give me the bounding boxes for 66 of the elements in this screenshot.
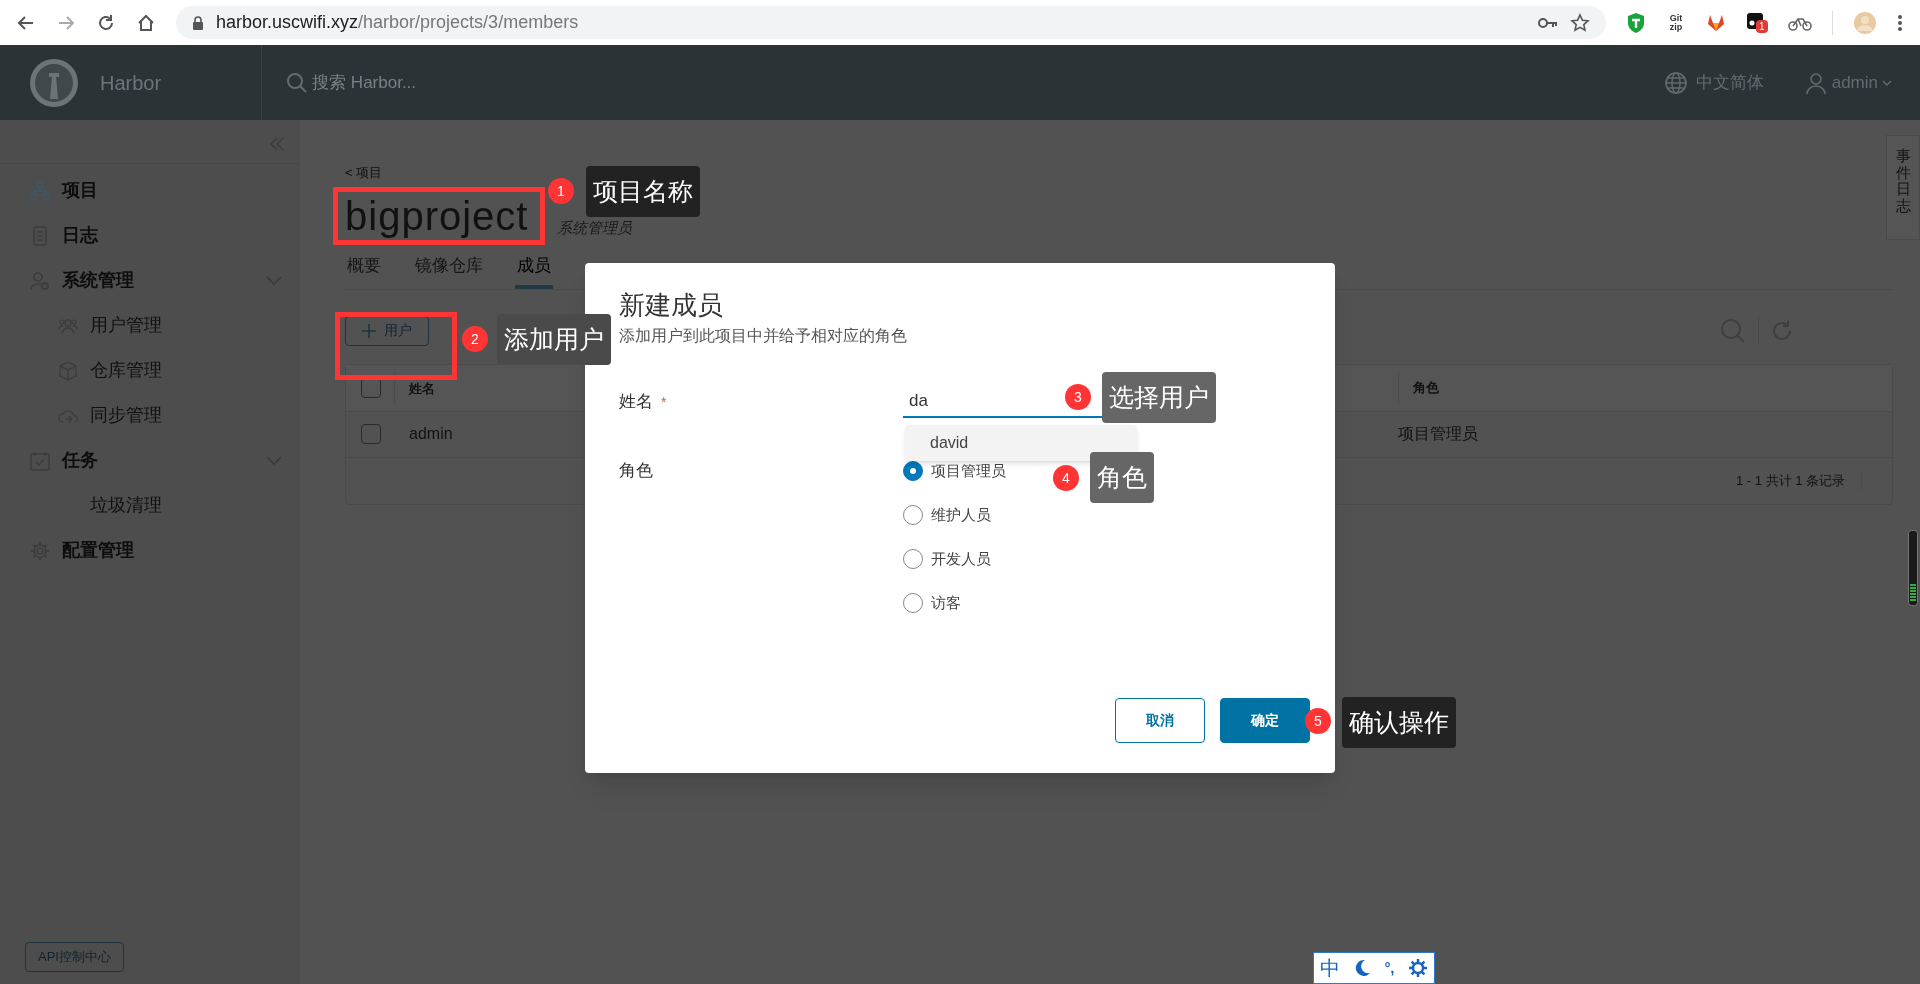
plus-icon <box>362 323 376 338</box>
extension-badge: 1 <box>1756 19 1768 33</box>
extension-label[interactable]: Git zip <box>1666 13 1686 32</box>
annotation-tooltip: 确认操作 <box>1342 697 1456 748</box>
sidebar-item[interactable]: 项目 <box>62 177 282 204</box>
app-name: Harbor <box>100 70 162 96</box>
key-icon <box>1538 16 1558 29</box>
sidebar-item[interactable]: 同步管理 <box>90 402 282 429</box>
dialog-subtitle: 添加用户到此项目中并给予相对应的角色 <box>619 326 908 346</box>
radio-option[interactable]: 维护人员 <box>903 504 1006 526</box>
shield-icon[interactable] <box>1626 11 1646 34</box>
ime-mode[interactable]: 中 <box>1320 953 1341 983</box>
search-field[interactable]: 搜索 Harbor... <box>312 69 513 96</box>
sidebar-item[interactable]: 仓库管理 <box>90 357 282 384</box>
sidebar-item[interactable]: 垃圾清理 <box>90 492 282 519</box>
punctuation-toggle[interactable]: °, <box>1384 956 1395 980</box>
radio-option[interactable]: 开发人员 <box>903 548 1006 570</box>
globe-icon <box>1663 70 1688 95</box>
table-cell: admin <box>409 425 453 442</box>
sidebar-item[interactable]: 系统管理 <box>62 267 254 294</box>
step-badge: 1 <box>548 178 574 204</box>
breadcrumb-link[interactable]: < 项目 <box>345 166 383 180</box>
language-menu[interactable]: 中文简体 <box>1663 69 1764 96</box>
column-header[interactable]: 角色 <box>1413 377 1439 398</box>
checkbox[interactable] <box>361 424 381 444</box>
project-title: bigproject <box>345 193 529 239</box>
user-menu[interactable]: admin <box>1803 69 1892 96</box>
required-mark: * <box>661 392 667 412</box>
annotation-tooltip: 角色 <box>1090 452 1154 503</box>
search-icon <box>286 71 309 94</box>
tab[interactable]: 镜像仓库 <box>413 253 485 289</box>
menu-item[interactable]: david <box>930 431 969 455</box>
square-icon[interactable] <box>1746 11 1764 30</box>
sidebar-item[interactable]: 用户管理 <box>90 312 282 339</box>
confirm-button[interactable]: 确定 <box>1220 698 1310 743</box>
home-icon[interactable] <box>136 12 156 33</box>
annotation-tooltip: 添加用户 <box>497 314 611 365</box>
moon-icon[interactable] <box>1353 959 1372 977</box>
menu-icon[interactable] <box>1897 12 1903 33</box>
tab[interactable]: 成员 <box>515 253 553 289</box>
field-label: 姓名 <box>619 391 653 414</box>
sidebar-item[interactable]: 配置管理 <box>62 537 282 564</box>
radio-option[interactable]: 访客 <box>903 592 1006 614</box>
field-label: 角色 <box>619 460 654 482</box>
user-icon <box>1803 70 1828 95</box>
lock-icon <box>192 15 204 30</box>
sidebar-item[interactable]: 日志 <box>62 222 282 249</box>
reload-icon[interactable] <box>96 12 116 33</box>
radio-option[interactable]: 项目管理员 <box>903 460 1006 482</box>
dialog-title: 新建成员 <box>619 289 724 322</box>
annotation-tooltip: 项目名称 <box>586 166 700 217</box>
pagination-text: 1 - 1 共计 1 条记录 <box>1735 470 1862 491</box>
cancel-button[interactable]: 取消 <box>1115 698 1205 743</box>
annotation-tooltip: 选择用户 <box>1102 372 1216 423</box>
url-text: harbor.uscwifi.xyz/harbor/projects/3/members <box>216 11 580 34</box>
sidebar-item[interactable]: 任务 <box>62 447 254 474</box>
event-log-tab[interactable]: 事件日志 <box>1886 135 1920 240</box>
caret-icon <box>1882 78 1892 87</box>
step-badge: 2 <box>462 326 488 352</box>
lighthouse-logo-icon <box>28 56 80 109</box>
star-icon[interactable] <box>1570 12 1590 33</box>
settings-icon[interactable] <box>1407 958 1428 978</box>
address-bar[interactable]: harbor.uscwifi.xyz/harbor/projects/3/members <box>176 6 1606 39</box>
hierarchy-icon <box>30 180 50 201</box>
tab[interactable]: 概要 <box>345 253 383 289</box>
column-header[interactable]: 姓名 <box>409 380 435 396</box>
